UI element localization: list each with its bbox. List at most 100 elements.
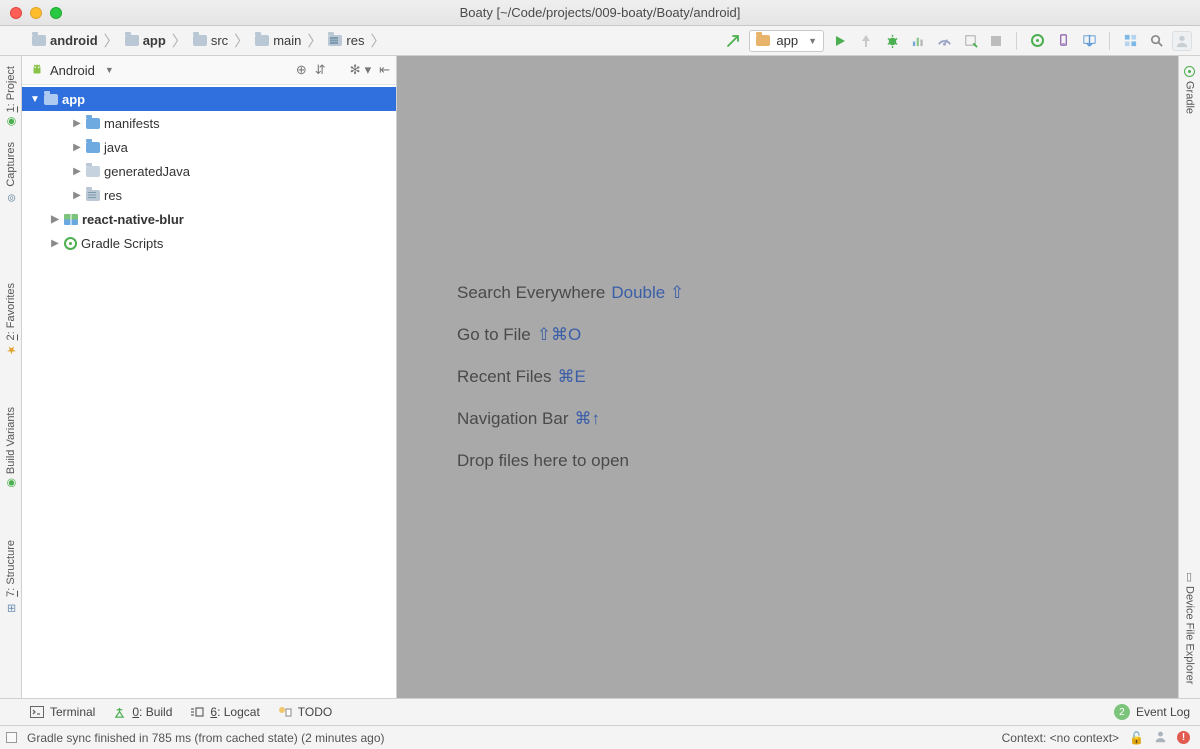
stop-button[interactable] bbox=[986, 31, 1006, 51]
project-panel-header: Android ▼ ⊕ ⇵ ✻▾ ⇤ bbox=[22, 56, 396, 85]
make-project-button[interactable] bbox=[723, 31, 743, 51]
phone-icon: ▯ bbox=[1184, 570, 1196, 582]
tab-label: TODO bbox=[298, 705, 332, 719]
expand-arrow-icon[interactable]: ▶ bbox=[72, 142, 82, 153]
star-icon: ★ bbox=[5, 345, 17, 357]
scroll-from-source-icon[interactable]: ⊕ bbox=[296, 62, 307, 78]
context-label[interactable]: Context: <no context> bbox=[1002, 731, 1119, 745]
hint-line: Drop files here to open bbox=[457, 451, 629, 471]
tree-label: manifests bbox=[104, 116, 160, 131]
toolwindow-tab-todo[interactable]: TODO bbox=[278, 705, 332, 719]
breadcrumb-item[interactable]: main bbox=[251, 31, 305, 50]
run-config-select[interactable]: app ▼ bbox=[749, 30, 824, 52]
gradle-icon bbox=[1184, 66, 1195, 77]
settings-icon[interactable]: ✻▾ bbox=[350, 62, 371, 78]
event-count-badge: 2 bbox=[1114, 704, 1130, 720]
debug-button[interactable] bbox=[882, 31, 902, 51]
close-window-button[interactable] bbox=[10, 7, 22, 19]
tree-node-react-native-blur[interactable]: ▶ react-native-blur bbox=[22, 207, 396, 231]
project-structure-button[interactable] bbox=[1120, 31, 1140, 51]
coverage-button[interactable] bbox=[934, 31, 954, 51]
hint-shortcut: Double ⇧ bbox=[611, 283, 684, 303]
project-tree[interactable]: ▼ app ▶ manifests ▶ java ▶ gener bbox=[22, 85, 396, 698]
tree-label: generatedJava bbox=[104, 164, 190, 179]
android-icon: ◉ bbox=[5, 478, 17, 490]
tree-node-res[interactable]: ▶ res bbox=[22, 183, 396, 207]
tree-node-gradle-scripts[interactable]: ▶ Gradle Scripts bbox=[22, 231, 396, 255]
toolwindow-tab-terminal[interactable]: Terminal bbox=[30, 705, 95, 719]
tree-node-app[interactable]: ▼ app bbox=[22, 87, 396, 111]
run-button[interactable] bbox=[830, 31, 850, 51]
hide-panel-icon[interactable]: ⇤ bbox=[379, 62, 390, 78]
tree-node-generated-java[interactable]: ▶ generatedJava bbox=[22, 159, 396, 183]
expand-arrow-icon[interactable]: ▶ bbox=[72, 190, 82, 201]
expand-arrow-icon[interactable]: ▼ bbox=[30, 94, 40, 105]
tab-label: 0: Build bbox=[132, 705, 172, 719]
minimize-window-button[interactable] bbox=[30, 7, 42, 19]
expand-arrow-icon[interactable]: ▶ bbox=[50, 214, 60, 225]
breadcrumb-item[interactable]: app bbox=[121, 31, 170, 50]
toolbar-divider bbox=[1109, 32, 1110, 50]
folder-icon bbox=[328, 35, 342, 46]
project-view-selector[interactable]: Android ▼ bbox=[30, 63, 296, 78]
toolwindow-tab-device-file-explorer[interactable]: ▯ Device File Explorer bbox=[1184, 566, 1196, 688]
toolwindow-tab-build-variants[interactable]: ◉ Build Variants bbox=[5, 403, 17, 494]
toolwindow-tab-structure[interactable]: ⊞ 7: Structure bbox=[5, 536, 17, 617]
hint-shortcut: ⇧⌘O bbox=[537, 325, 581, 345]
toolwindow-tab-build[interactable]: 0: Build bbox=[113, 705, 172, 719]
apply-changes-button[interactable] bbox=[856, 31, 876, 51]
hint-text: Go to File bbox=[457, 325, 531, 345]
gradle-icon bbox=[1031, 34, 1044, 47]
project-panel: Android ▼ ⊕ ⇵ ✻▾ ⇤ ▼ app ▶ bbox=[22, 56, 397, 698]
toolwindow-tab-gradle[interactable]: Gradle bbox=[1184, 62, 1196, 118]
expand-arrow-icon[interactable]: ▶ bbox=[50, 238, 60, 249]
build-icon bbox=[113, 706, 126, 719]
hint-text: Recent Files bbox=[457, 367, 551, 387]
chevron-right-icon: 〉 bbox=[170, 30, 189, 51]
search-everywhere-button[interactable] bbox=[1146, 31, 1166, 51]
folder-icon bbox=[86, 142, 100, 153]
project-panel-actions: ⊕ ⇵ ✻▾ ⇤ bbox=[296, 62, 390, 78]
titlebar: Boaty [~/Code/projects/009-boaty/Boaty/a… bbox=[0, 0, 1200, 26]
chevron-down-icon: ▼ bbox=[808, 36, 817, 46]
toolbar: app ▼ bbox=[723, 30, 1192, 52]
sdk-manager-button[interactable] bbox=[1079, 31, 1099, 51]
toolbar-divider bbox=[1016, 32, 1017, 50]
expand-arrow-icon[interactable]: ▶ bbox=[72, 118, 82, 129]
user-icon[interactable] bbox=[1172, 31, 1192, 51]
folder-icon bbox=[86, 118, 100, 129]
toolwindow-tab-captures[interactable]: ⊚ Captures bbox=[5, 138, 17, 207]
toolwindows-toggle-icon[interactable] bbox=[6, 732, 17, 743]
folder-icon bbox=[125, 35, 139, 46]
tree-label: app bbox=[62, 92, 85, 107]
breadcrumb-label: main bbox=[273, 33, 301, 48]
tree-node-java[interactable]: ▶ java bbox=[22, 135, 396, 159]
avd-manager-button[interactable] bbox=[1053, 31, 1073, 51]
collapse-all-icon[interactable]: ⇵ bbox=[315, 62, 326, 78]
hint-line: Search Everywhere Double ⇧ bbox=[457, 283, 684, 303]
folder-icon bbox=[86, 166, 100, 177]
tree-node-manifests[interactable]: ▶ manifests bbox=[22, 111, 396, 135]
breadcrumb-item[interactable]: res bbox=[324, 31, 368, 50]
folder-icon bbox=[32, 35, 46, 46]
breadcrumb-item[interactable]: src bbox=[189, 31, 232, 50]
error-indicator-icon[interactable]: ! bbox=[1177, 731, 1190, 744]
statusbar: Gradle sync finished in 785 ms (from cac… bbox=[0, 725, 1200, 749]
maximize-window-button[interactable] bbox=[50, 7, 62, 19]
editor-empty-state[interactable]: Search Everywhere Double ⇧ Go to File ⇧⌘… bbox=[397, 56, 1178, 698]
breadcrumb-item[interactable]: android bbox=[28, 31, 102, 50]
toolwindow-tab-logcat[interactable]: 6: Logcat bbox=[190, 705, 259, 719]
sync-gradle-button[interactable] bbox=[1027, 31, 1047, 51]
inspector-icon[interactable] bbox=[1154, 730, 1167, 746]
tree-label: res bbox=[104, 188, 122, 203]
toolwindow-tab-favorites[interactable]: ★ 2: Favorites bbox=[5, 279, 17, 360]
attach-debugger-button[interactable] bbox=[960, 31, 980, 51]
toolwindow-tab-project[interactable]: ◉ 1: Project bbox=[5, 62, 17, 132]
event-log-button[interactable]: 2 Event Log bbox=[1114, 704, 1190, 720]
terminal-icon bbox=[30, 706, 44, 718]
lock-icon[interactable]: 🔓 bbox=[1129, 731, 1144, 745]
expand-arrow-icon[interactable]: ▶ bbox=[72, 166, 82, 177]
logcat-icon bbox=[190, 706, 204, 718]
structure-icon: ⊞ bbox=[5, 601, 17, 613]
profiler-button[interactable] bbox=[908, 31, 928, 51]
